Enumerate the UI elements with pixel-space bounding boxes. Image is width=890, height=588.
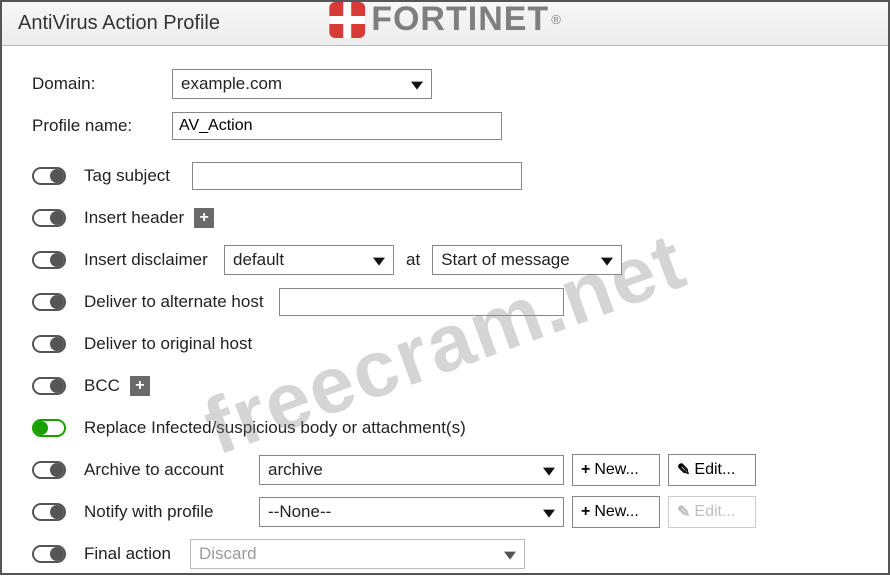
archive-label: Archive to account — [84, 460, 259, 480]
profile-name-input[interactable] — [172, 112, 502, 140]
alt-host-row: Deliver to alternate host — [32, 284, 858, 320]
bcc-toggle[interactable] — [32, 377, 66, 395]
domain-select[interactable]: example.com — [172, 69, 432, 99]
orig-host-toggle[interactable] — [32, 335, 66, 353]
chevron-down-icon — [504, 552, 516, 560]
button-label: New... — [594, 503, 638, 521]
profile-name-row: Profile name: — [32, 108, 858, 144]
button-label: Edit... — [694, 503, 735, 521]
final-action-row: Final action Discard — [32, 536, 858, 572]
chevron-down-icon — [411, 82, 423, 90]
final-action-value: Discard — [199, 544, 257, 564]
notify-profile-value: --None-- — [268, 502, 331, 522]
insert-header-toggle[interactable] — [32, 209, 66, 227]
notify-row: Notify with profile --None-- + New... ✎ … — [32, 494, 858, 530]
domain-value: example.com — [181, 74, 282, 94]
final-action-toggle[interactable] — [32, 545, 66, 563]
insert-header-row: Insert header + — [32, 200, 858, 236]
orig-host-row: Deliver to original host — [32, 326, 858, 362]
archive-new-button[interactable]: + New... — [572, 454, 660, 486]
archive-edit-button[interactable]: ✎ Edit... — [668, 454, 756, 486]
notify-label: Notify with profile — [84, 502, 259, 522]
page-title: AntiVirus Action Profile — [2, 2, 888, 46]
archive-account-value: archive — [268, 460, 323, 480]
plus-icon: + — [581, 503, 590, 521]
alt-host-label: Deliver to alternate host — [84, 292, 279, 312]
domain-row: Domain: example.com — [32, 66, 858, 102]
insert-header-label: Insert header — [84, 208, 184, 228]
notify-edit-button: ✎ Edit... — [668, 496, 756, 528]
replace-toggle[interactable] — [32, 419, 66, 437]
archive-account-select[interactable]: archive — [259, 455, 564, 485]
orig-host-label: Deliver to original host — [84, 334, 252, 354]
disclaimer-position-select[interactable]: Start of message — [432, 245, 622, 275]
bcc-label: BCC — [84, 376, 120, 396]
bcc-add-icon[interactable]: + — [130, 376, 150, 396]
button-label: New... — [594, 461, 638, 479]
alt-host-toggle[interactable] — [32, 293, 66, 311]
tag-subject-input[interactable] — [192, 162, 522, 190]
chevron-down-icon — [601, 258, 613, 266]
archive-toggle[interactable] — [32, 461, 66, 479]
chevron-down-icon — [543, 510, 555, 518]
insert-disclaimer-toggle[interactable] — [32, 251, 66, 269]
plus-icon: + — [581, 461, 590, 479]
insert-disclaimer-row: Insert disclaimer default at Start of me… — [32, 242, 858, 278]
notify-profile-select[interactable]: --None-- — [259, 497, 564, 527]
notify-new-button[interactable]: + New... — [572, 496, 660, 528]
edit-icon: ✎ — [677, 460, 690, 480]
bcc-row: BCC + — [32, 368, 858, 404]
insert-disclaimer-label: Insert disclaimer — [84, 250, 224, 270]
replace-row: Replace Infected/suspicious body or atta… — [32, 410, 858, 446]
insert-header-add-icon[interactable]: + — [194, 208, 214, 228]
final-action-label: Final action — [84, 544, 190, 564]
plus-icon: + — [135, 377, 144, 395]
page-title-text: AntiVirus Action Profile — [18, 12, 220, 34]
chevron-down-icon — [373, 258, 385, 266]
disclaimer-position-value: Start of message — [441, 250, 570, 270]
domain-label: Domain: — [32, 74, 172, 94]
notify-toggle[interactable] — [32, 503, 66, 521]
plus-icon: + — [200, 209, 209, 227]
profile-name-label: Profile name: — [32, 116, 172, 136]
disclaimer-at-label: at — [406, 250, 420, 270]
form-panel: freecram.net Domain: example.com Profile… — [2, 46, 888, 588]
archive-row: Archive to account archive + New... ✎ Ed… — [32, 452, 858, 488]
chevron-down-icon — [543, 468, 555, 476]
replace-label: Replace Infected/suspicious body or atta… — [84, 418, 466, 438]
disclaimer-template-value: default — [233, 250, 284, 270]
tag-subject-row: Tag subject — [32, 158, 858, 194]
button-label: Edit... — [694, 461, 735, 479]
edit-icon: ✎ — [677, 502, 690, 522]
final-action-select[interactable]: Discard — [190, 539, 525, 569]
tag-subject-toggle[interactable] — [32, 167, 66, 185]
tag-subject-label: Tag subject — [84, 166, 192, 186]
disclaimer-template-select[interactable]: default — [224, 245, 394, 275]
alt-host-input[interactable] — [279, 288, 564, 316]
